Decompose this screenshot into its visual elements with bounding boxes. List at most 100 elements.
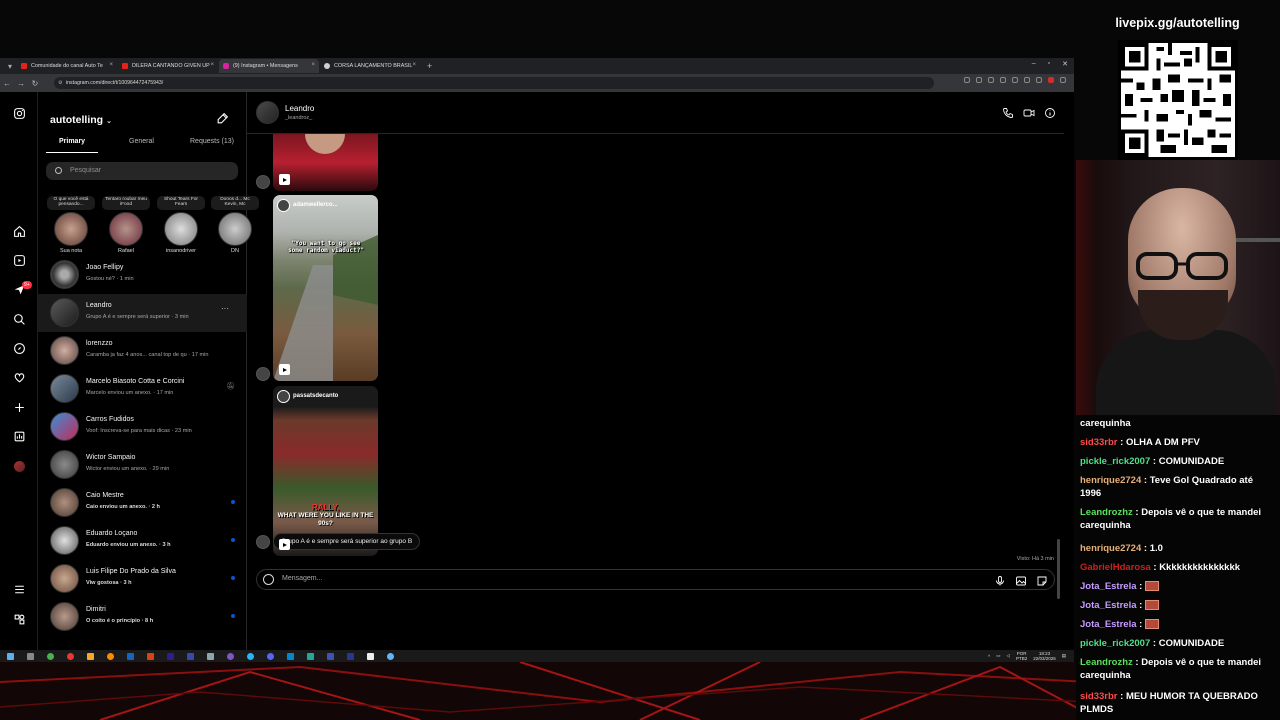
share-icon[interactable] <box>1000 77 1006 83</box>
new-message-icon[interactable] <box>216 112 229 125</box>
chrome-icon[interactable] <box>67 652 74 660</box>
lang-indicator[interactable]: POR PTB2 <box>1016 651 1027 661</box>
premiere-icon[interactable] <box>167 652 174 660</box>
profile-avatar[interactable] <box>12 459 26 473</box>
scrollbar-thumb[interactable] <box>1057 539 1060 599</box>
tab-requests[interactable]: Requests (13) <box>190 138 234 145</box>
sticker-icon[interactable] <box>1036 574 1048 592</box>
menu-icon[interactable] <box>12 582 26 596</box>
back-icon[interactable]: ← <box>0 79 14 88</box>
app-icon[interactable] <box>367 652 374 660</box>
more-options-icon[interactable]: ··· <box>221 304 229 313</box>
app-icon[interactable] <box>47 652 54 660</box>
conversation-row[interactable]: lorenzzo Caramba ja faz 4 anos... canal … <box>38 332 247 370</box>
conversation-row[interactable]: Marcelo Biasoto Cotta e Corcini Marcelo … <box>38 370 247 408</box>
conversation-row[interactable]: Caio Mestre Caio enviou um anexo. · 2 h <box>38 484 247 522</box>
extensions-icon[interactable] <box>1024 77 1030 83</box>
conversation-row[interactable]: Joao Fellipy Gostou né? · 1 min <box>38 256 247 294</box>
note-item[interactable]: O que você está pensando... Sua nota <box>46 196 96 254</box>
volume-icon[interactable]: ◁ <box>1006 653 1009 659</box>
sidebar-icon[interactable] <box>1036 77 1042 83</box>
tab-corsa[interactable]: CORSA LANÇAMENTO BRASIL × <box>320 59 420 73</box>
app-icon[interactable] <box>227 652 234 660</box>
create-icon[interactable] <box>12 400 26 414</box>
conversation-row[interactable]: Eduardo Loçano Eduardo enviou um anexo. … <box>38 522 247 560</box>
maximize-icon[interactable]: ▫ <box>1048 60 1050 68</box>
site-info-icon[interactable]: ⚙ <box>58 77 62 89</box>
home-icon[interactable] <box>12 224 26 238</box>
audition-icon[interactable] <box>347 652 354 660</box>
heart-icon[interactable] <box>12 370 26 384</box>
network-icon[interactable]: ▭ <box>996 653 1000 659</box>
close-window-icon[interactable]: ✕ <box>1062 60 1068 68</box>
microphone-icon[interactable] <box>994 574 1006 592</box>
discord-icon[interactable] <box>267 652 274 660</box>
conversation-row[interactable]: Dimitri O coito é o princípio · 8 h <box>38 598 247 636</box>
notifications-icon[interactable]: ▤ <box>1062 653 1066 659</box>
start-icon[interactable] <box>7 652 14 660</box>
tab-instagram[interactable]: (9) Instagram • Mensagens × <box>219 59 319 73</box>
message-bubble[interactable]: Grupo A é e sempre será superior ao grup… <box>273 533 421 550</box>
avatar[interactable] <box>256 101 279 124</box>
eye-off-icon[interactable] <box>988 77 994 83</box>
reload-icon[interactable]: ↻ <box>28 79 42 88</box>
media-encoder-icon[interactable] <box>187 652 194 660</box>
emoji-icon[interactable] <box>263 574 274 585</box>
video-call-icon[interactable] <box>1023 106 1035 124</box>
conversation-row[interactable]: Wictor Sampaio Wictor enviou um anexo. ·… <box>38 446 247 484</box>
minimize-icon[interactable]: – <box>1032 60 1036 68</box>
document-icon[interactable] <box>207 652 214 660</box>
threads-icon[interactable] <box>12 612 26 626</box>
app-icon[interactable] <box>307 652 314 660</box>
search-icon[interactable] <box>12 312 26 326</box>
folder-icon[interactable] <box>87 652 94 660</box>
close-icon[interactable]: × <box>109 62 113 68</box>
app-icon[interactable] <box>247 652 254 660</box>
chevron-up-icon[interactable]: ^ <box>988 654 990 659</box>
explore-icon[interactable] <box>12 341 26 355</box>
tab-search-icon[interactable]: ▾ <box>3 59 17 73</box>
word-icon[interactable] <box>327 652 334 660</box>
close-icon[interactable]: × <box>311 62 315 68</box>
chat-contact-name[interactable]: Leandro <box>285 104 314 113</box>
shared-reel[interactable]: adamwellerco... "You want to go see some… <box>273 195 378 381</box>
conversation-row-selected[interactable]: Leandro Grupo A é e sempre será superior… <box>38 294 247 332</box>
conversation-row[interactable]: Luis Filipe Do Prado da Silva Viw gostos… <box>38 560 247 598</box>
conversation-row[interactable]: Carros Fudidos Voof: Inscreva-se para ma… <box>38 408 247 446</box>
tab-comunidade[interactable]: Comunidade do canal Auto Te × <box>17 59 117 73</box>
tab-primary[interactable]: Primary <box>59 138 85 145</box>
phone-icon[interactable] <box>1002 106 1014 124</box>
menu-icon[interactable] <box>1060 77 1066 83</box>
star-icon[interactable] <box>1012 77 1018 83</box>
clock[interactable]: 18:23 22/03/2026 <box>1033 651 1056 661</box>
shared-reel[interactable]: passatsdecanto RALLY, WHAT WERE YOU LIKE… <box>273 386 378 556</box>
new-tab-icon[interactable]: + <box>427 61 432 71</box>
chat-scrollbar[interactable] <box>1057 134 1061 604</box>
info-icon[interactable] <box>1044 106 1056 124</box>
tab-dilera[interactable]: DILERA CANTANDO GIVEN UP × <box>118 59 218 73</box>
image-icon[interactable] <box>1015 574 1027 592</box>
dashboard-icon[interactable] <box>12 429 26 443</box>
app-icon[interactable] <box>387 652 394 660</box>
close-icon[interactable]: × <box>412 62 416 68</box>
shared-reel[interactable] <box>273 134 378 191</box>
url-field[interactable]: ⚙ instagram.com/direct/t/100964472475943… <box>54 77 934 89</box>
note-item[interactable]: Tentaro roubar meu iFood Rafael <box>101 196 151 254</box>
cast-icon[interactable] <box>964 77 970 83</box>
account-switcher[interactable]: autotelling ⌄ <box>50 114 112 126</box>
reels-icon[interactable] <box>12 253 26 267</box>
task-view-icon[interactable] <box>27 652 34 660</box>
message-input[interactable]: Mensagem... <box>256 569 1055 590</box>
profile-icon[interactable] <box>1048 77 1054 83</box>
zoom-icon[interactable] <box>976 77 982 83</box>
search-input[interactable]: Pesquisar <box>46 162 238 180</box>
close-icon[interactable]: × <box>210 62 214 68</box>
note-item[interactable]: Shout Tears For Fears insanodriver <box>156 196 206 254</box>
app-icon[interactable] <box>287 652 294 660</box>
browser-icon[interactable] <box>107 652 114 660</box>
tab-general[interactable]: General <box>129 138 154 145</box>
brave-icon[interactable] <box>147 652 154 660</box>
app-icon[interactable] <box>127 652 134 660</box>
forward-icon[interactable]: → <box>14 79 28 88</box>
instagram-logo-icon[interactable] <box>12 106 26 120</box>
